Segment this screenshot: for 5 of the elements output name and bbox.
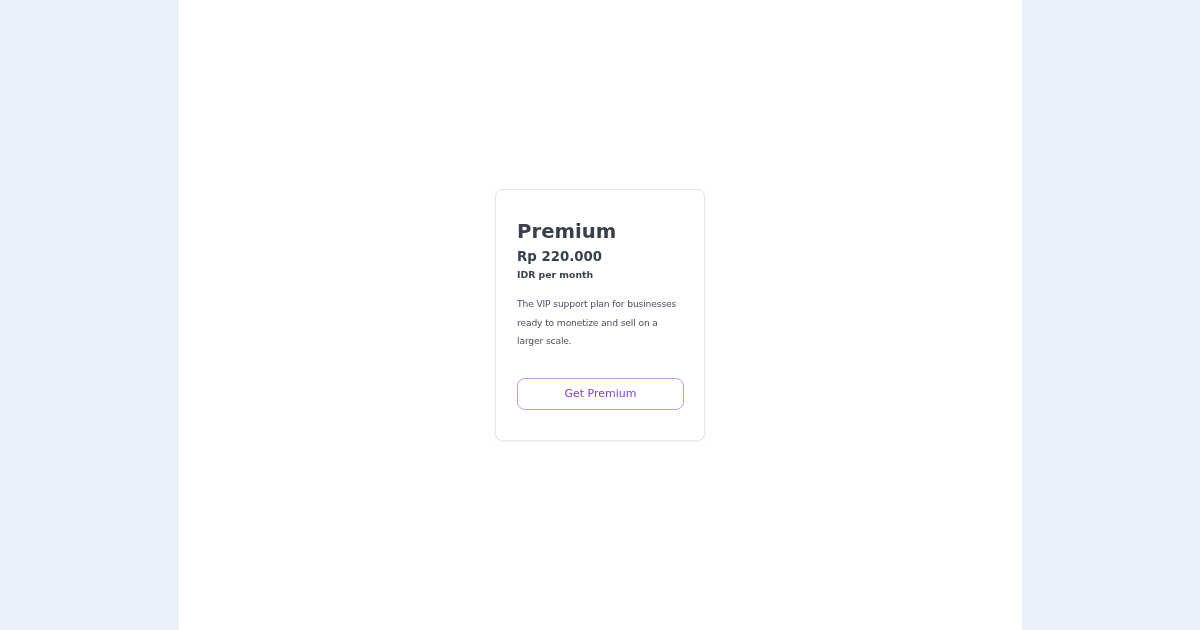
plan-description: The VIP support plan for businesses ready to monetize and sell on a larger scale. <box>517 297 678 348</box>
plan-price: Rp 220.000 <box>517 248 602 266</box>
plan-title: Premium <box>517 219 617 245</box>
get-premium-button[interactable]: Get Premium <box>517 377 684 410</box>
billing-period: IDR per month <box>517 268 594 282</box>
